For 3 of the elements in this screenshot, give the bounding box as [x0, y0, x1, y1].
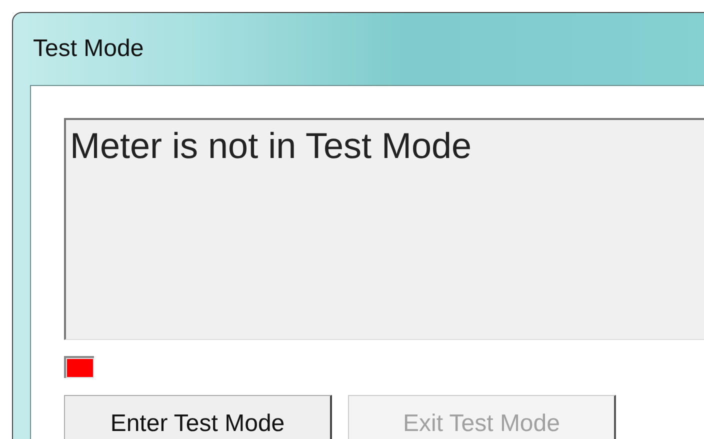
- mode-button[interactable]: Enter Test Mode: [64, 395, 332, 439]
- window-title: Test Mode: [33, 34, 144, 64]
- status-text-box: Meter is not in Test Mode: [64, 118, 704, 340]
